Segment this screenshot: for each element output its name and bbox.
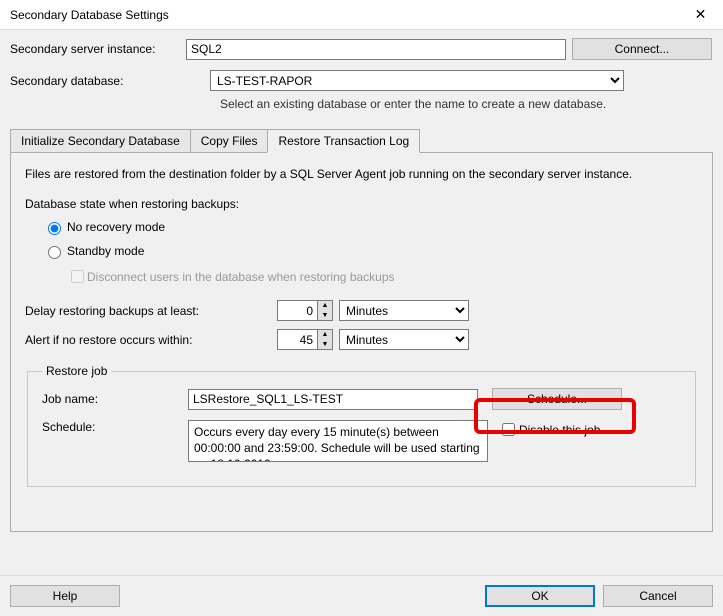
database-label: Secondary database: xyxy=(10,74,210,88)
dialog-footer: Help OK Cancel xyxy=(0,575,723,616)
schedule-text: Occurs every day every 15 minute(s) betw… xyxy=(188,420,488,462)
disconnect-checkbox xyxy=(71,270,84,283)
connect-button[interactable]: Connect... xyxy=(572,38,712,60)
chevron-down-icon[interactable]: ▼ xyxy=(318,311,332,321)
schedule-row: Schedule: Occurs every day every 15 minu… xyxy=(42,420,681,462)
alert-label: Alert if no restore occurs within: xyxy=(25,333,277,347)
standby-label: Standby mode xyxy=(67,244,144,258)
window-title: Secondary Database Settings xyxy=(10,8,169,22)
job-name-row: Job name: Schedule... xyxy=(42,388,681,410)
alert-spinner[interactable] xyxy=(277,329,317,350)
no-recovery-radio[interactable] xyxy=(48,222,61,235)
job-name-input[interactable] xyxy=(188,389,478,410)
tab-initialize[interactable]: Initialize Secondary Database xyxy=(10,129,191,153)
tab-content-restore: Files are restored from the destination … xyxy=(10,152,713,532)
no-recovery-label: No recovery mode xyxy=(67,220,165,234)
state-label: Database state when restoring backups: xyxy=(25,197,698,211)
delay-spinner-buttons[interactable]: ▲ ▼ xyxy=(317,300,333,321)
delay-label: Delay restoring backups at least: xyxy=(25,304,277,318)
help-button[interactable]: Help xyxy=(10,585,120,607)
restore-intro: Files are restored from the destination … xyxy=(25,167,698,181)
close-icon[interactable]: ✕ xyxy=(678,0,723,30)
database-hint: Select an existing database or enter the… xyxy=(220,97,713,111)
disable-job-label: Disable this job xyxy=(519,423,600,437)
titlebar: Secondary Database Settings ✕ xyxy=(0,0,723,30)
tab-strip: Initialize Secondary Database Copy Files… xyxy=(10,129,713,153)
cancel-button[interactable]: Cancel xyxy=(603,585,713,607)
tab-copy-files[interactable]: Copy Files xyxy=(190,129,269,153)
chevron-up-icon[interactable]: ▲ xyxy=(318,330,332,340)
alert-unit-select[interactable]: Minutes xyxy=(339,329,469,350)
chevron-down-icon[interactable]: ▼ xyxy=(318,340,332,350)
disable-job-checkbox[interactable] xyxy=(502,423,515,436)
restore-job-legend: Restore job xyxy=(42,364,111,378)
secondary-database-select[interactable]: LS-TEST-RAPOR xyxy=(210,70,624,91)
server-label: Secondary server instance: xyxy=(10,42,186,56)
tab-restore-log[interactable]: Restore Transaction Log xyxy=(267,129,420,153)
server-instance-input[interactable] xyxy=(186,39,566,60)
alert-spinner-buttons[interactable]: ▲ ▼ xyxy=(317,329,333,350)
no-recovery-radio-row: No recovery mode xyxy=(43,219,698,235)
standby-radio[interactable] xyxy=(48,246,61,259)
dialog-body: Secondary server instance: Connect... Se… xyxy=(0,30,723,575)
restore-job-group: Restore job Job name: Schedule... Schedu… xyxy=(27,364,696,487)
delay-spinner[interactable] xyxy=(277,300,317,321)
disconnect-label: Disconnect users in the database when re… xyxy=(87,270,395,284)
server-row: Secondary server instance: Connect... xyxy=(10,38,713,60)
alert-row: Alert if no restore occurs within: ▲ ▼ M… xyxy=(25,329,698,350)
delay-row: Delay restoring backups at least: ▲ ▼ Mi… xyxy=(25,300,698,321)
standby-radio-row: Standby mode xyxy=(43,243,698,259)
delay-unit-select[interactable]: Minutes xyxy=(339,300,469,321)
database-row: Secondary database: LS-TEST-RAPOR xyxy=(10,70,713,91)
disconnect-option: Disconnect users in the database when re… xyxy=(67,267,698,286)
schedule-button[interactable]: Schedule... xyxy=(492,388,622,410)
job-name-label: Job name: xyxy=(42,392,188,406)
ok-button[interactable]: OK xyxy=(485,585,595,607)
schedule-label: Schedule: xyxy=(42,420,188,434)
chevron-up-icon[interactable]: ▲ xyxy=(318,301,332,311)
